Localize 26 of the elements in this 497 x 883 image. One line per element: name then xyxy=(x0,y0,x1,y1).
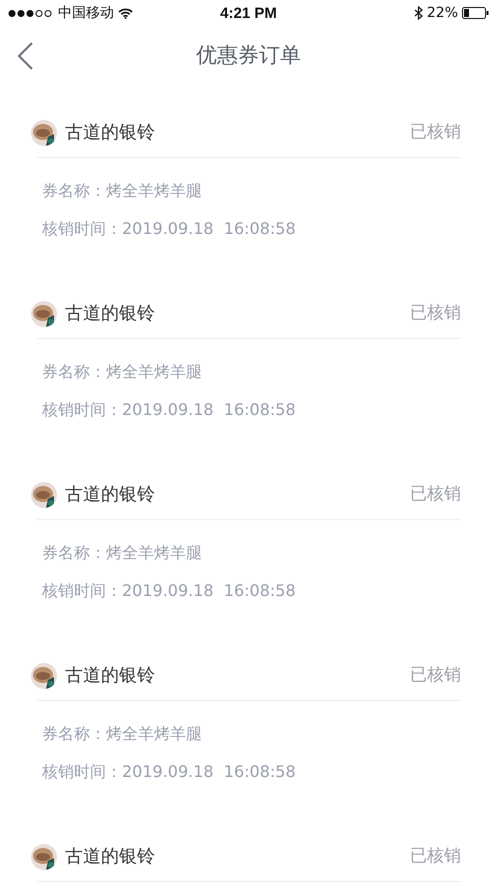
wifi-icon xyxy=(118,8,133,18)
carrier-name: 中国移动 xyxy=(58,4,114,22)
coupon-name: 券名称：烤全羊烤羊腿 xyxy=(42,362,203,382)
redeem-time: 核销时间：2019.09.18 16:08:58 xyxy=(42,219,297,239)
user-name: 古道的银铃 xyxy=(65,302,155,326)
coupon-name: 券名称：烤全羊烤羊腿 xyxy=(42,543,203,563)
clock-time: 4:21 PM xyxy=(220,4,277,24)
user-name: 古道的银铃 xyxy=(65,483,155,507)
bluetooth-icon xyxy=(414,6,423,20)
user-name: 古道的银铃 xyxy=(65,664,155,688)
battery-percent: 22% xyxy=(426,4,458,22)
redeem-time: 核销时间：2019.09.18 16:08:58 xyxy=(42,762,297,782)
coupon-name: 券名称：烤全羊烤羊腿 xyxy=(42,724,203,744)
user-name: 古道的银铃 xyxy=(65,121,155,145)
redeem-time: 核销时间：2019.09.18 16:08:58 xyxy=(42,581,297,601)
order-status: 已核销 xyxy=(410,482,461,506)
order-status: 已核销 xyxy=(410,664,461,687)
user-name: 古道的银铃 xyxy=(65,845,155,869)
redeem-time: 核销时间：2019.09.18 16:08:58 xyxy=(42,400,297,420)
signal-icon xyxy=(8,8,54,18)
order-status: 已核销 xyxy=(410,844,461,868)
battery-icon xyxy=(462,7,489,19)
order-status: 已核销 xyxy=(410,120,461,144)
coupon-name: 券名称：烤全羊烤羊腿 xyxy=(42,181,203,201)
page-title: 优惠券订单 xyxy=(196,42,301,70)
order-status: 已核销 xyxy=(410,302,461,325)
